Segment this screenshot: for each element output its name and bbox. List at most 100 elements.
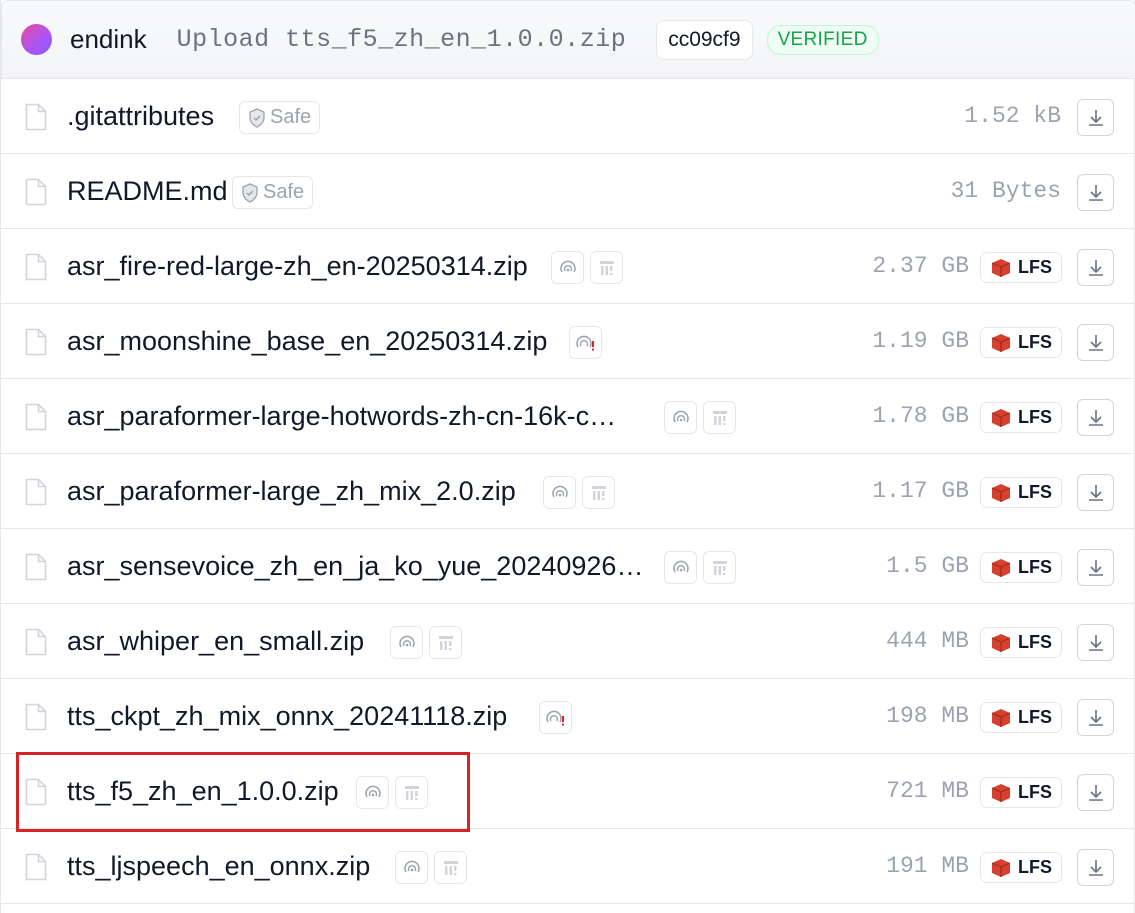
pickle-scan-icon [591, 485, 606, 500]
scan-badge[interactable] [390, 626, 423, 659]
scan-warning-badge[interactable] [569, 326, 602, 359]
lfs-cube-icon [991, 333, 1011, 352]
lfs-badge[interactable]: LFS [980, 852, 1062, 883]
verified-badge: VERIFIED [766, 24, 879, 55]
lfs-cube-icon [991, 258, 1011, 277]
lfs-badge[interactable]: LFS [980, 627, 1062, 658]
lfs-badge[interactable]: LFS [980, 777, 1062, 808]
download-button[interactable] [1077, 699, 1114, 736]
lfs-cube-icon [991, 558, 1011, 577]
pickle-scan-badge[interactable] [429, 626, 462, 659]
file-name-link[interactable]: tts_ckpt_zh_mix_onnx_20241118.zip [67, 679, 507, 754]
file-row: tts_ckpt_zh_mix_onnx_20241118.zip 198 MB… [1, 679, 1135, 754]
file-size: 444 MB [886, 628, 969, 654]
file-name-link[interactable]: tts_ljspeech_en_onnx.zip [67, 829, 370, 904]
lfs-cube-icon [991, 633, 1011, 652]
file-size: 1.78 GB [872, 403, 969, 429]
file-row: README.md Safe 31 Bytes [1, 154, 1135, 229]
file-size: 1.52 kB [964, 103, 1061, 129]
file-size: 31 Bytes [950, 178, 1061, 204]
file-size: 1.19 GB [872, 328, 969, 354]
lfs-label: LFS [1018, 482, 1052, 502]
scan-badge[interactable] [395, 851, 428, 884]
lfs-badge[interactable]: LFS [980, 327, 1062, 358]
download-button[interactable] [1077, 549, 1114, 586]
file-icon [25, 178, 47, 206]
safe-badge[interactable]: Safe [239, 101, 321, 134]
commit-author[interactable]: endink [70, 24, 147, 55]
scan-icon [403, 860, 420, 872]
download-button[interactable] [1077, 774, 1114, 811]
download-icon [1088, 859, 1103, 876]
safe-label: Safe [263, 181, 305, 203]
pickle-scan-badge[interactable] [434, 851, 467, 884]
file-icon [25, 703, 47, 731]
lfs-label: LFS [1018, 782, 1052, 802]
download-button[interactable] [1077, 849, 1114, 886]
pickle-scan-icon [599, 260, 614, 275]
file-name-link[interactable]: asr_whiper_en_small.zip [67, 604, 364, 679]
file-size: 1.5 GB [886, 553, 969, 579]
scan-icon [672, 560, 689, 572]
file-list-panel: endink Upload tts_f5_zh_en_1.0.0.zip cc0… [0, 0, 1135, 913]
scan-badge[interactable] [551, 251, 584, 284]
download-icon [1088, 484, 1103, 501]
lfs-badge[interactable]: LFS [980, 552, 1062, 583]
pickle-scan-badge[interactable] [590, 251, 623, 284]
lfs-label: LFS [1018, 857, 1052, 877]
lfs-badge[interactable]: LFS [980, 252, 1062, 283]
file-icon [25, 628, 47, 656]
file-size: 198 MB [886, 703, 969, 729]
file-row: asr_paraformer-large-hotwords-zh-cn-16k-… [1, 379, 1135, 454]
lfs-label: LFS [1018, 332, 1052, 352]
scan-badge[interactable] [664, 401, 697, 434]
pickle-scan-icon [712, 410, 727, 425]
lfs-badge[interactable]: LFS [980, 702, 1062, 733]
commit-message[interactable]: Upload tts_f5_zh_en_1.0.0.zip [177, 25, 627, 54]
scan-badge[interactable] [543, 476, 576, 509]
file-name-link[interactable]: asr_moonshine_base_en_20250314.zip [67, 304, 547, 379]
download-button[interactable] [1077, 174, 1114, 211]
download-button[interactable] [1077, 399, 1114, 436]
file-name-link[interactable]: asr_sensevoice_zh_en_ja_ko_yue_20240926… [67, 529, 643, 604]
avatar[interactable] [21, 24, 52, 55]
scan-icon [672, 410, 689, 422]
download-button[interactable] [1077, 324, 1114, 361]
lfs-badge[interactable]: LFS [980, 402, 1062, 433]
download-icon [1088, 184, 1103, 201]
file-size: 2.37 GB [872, 253, 969, 279]
safe-badge[interactable]: Safe [232, 176, 314, 209]
file-size: 721 MB [886, 778, 969, 804]
scan-badge[interactable] [664, 551, 697, 584]
lfs-cube-icon [991, 483, 1011, 502]
file-name-link[interactable]: asr_fire-red-large-zh_en-20250314.zip [67, 229, 528, 304]
file-row: .gitattributes Safe 1.52 kB [1, 79, 1135, 154]
file-name-link[interactable]: asr_paraformer-large_zh_mix_2.0.zip [67, 454, 516, 529]
file-name-link[interactable]: .gitattributes [67, 79, 214, 154]
pickle-scan-badge[interactable] [582, 476, 615, 509]
file-name-link[interactable]: asr_paraformer-large-hotwords-zh-cn-16k-… [67, 379, 616, 454]
scan-warning-badge[interactable] [539, 701, 572, 734]
download-button[interactable] [1077, 249, 1114, 286]
file-icon [25, 403, 47, 431]
lfs-badge[interactable]: LFS [980, 477, 1062, 508]
pickle-scan-icon [438, 635, 453, 650]
file-row: tts_ljspeech_en_onnx.zip 191 MB LFS [1, 829, 1135, 904]
file-size: 1.17 GB [872, 478, 969, 504]
file-row: asr_whiper_en_small.zip 444 MB LFS [1, 604, 1135, 679]
lfs-label: LFS [1018, 707, 1052, 727]
pickle-scan-badge[interactable] [703, 551, 736, 584]
pickle-scan-icon [443, 860, 458, 875]
commit-hash[interactable]: cc09cf9 [656, 19, 753, 60]
file-row: asr_moonshine_base_en_20250314.zip 1.19 … [1, 304, 1135, 379]
file-row: asr_sensevoice_zh_en_ja_ko_yue_20240926…… [1, 529, 1135, 604]
download-button[interactable] [1077, 624, 1114, 661]
scan-warning-icon [545, 710, 564, 725]
scan-icon [398, 635, 415, 647]
download-button[interactable] [1077, 99, 1114, 136]
pickle-scan-badge[interactable] [703, 401, 736, 434]
safe-label: Safe [270, 106, 312, 128]
file-name-link[interactable]: README.md [67, 154, 228, 229]
download-button[interactable] [1077, 474, 1114, 511]
file-icon [25, 103, 47, 131]
